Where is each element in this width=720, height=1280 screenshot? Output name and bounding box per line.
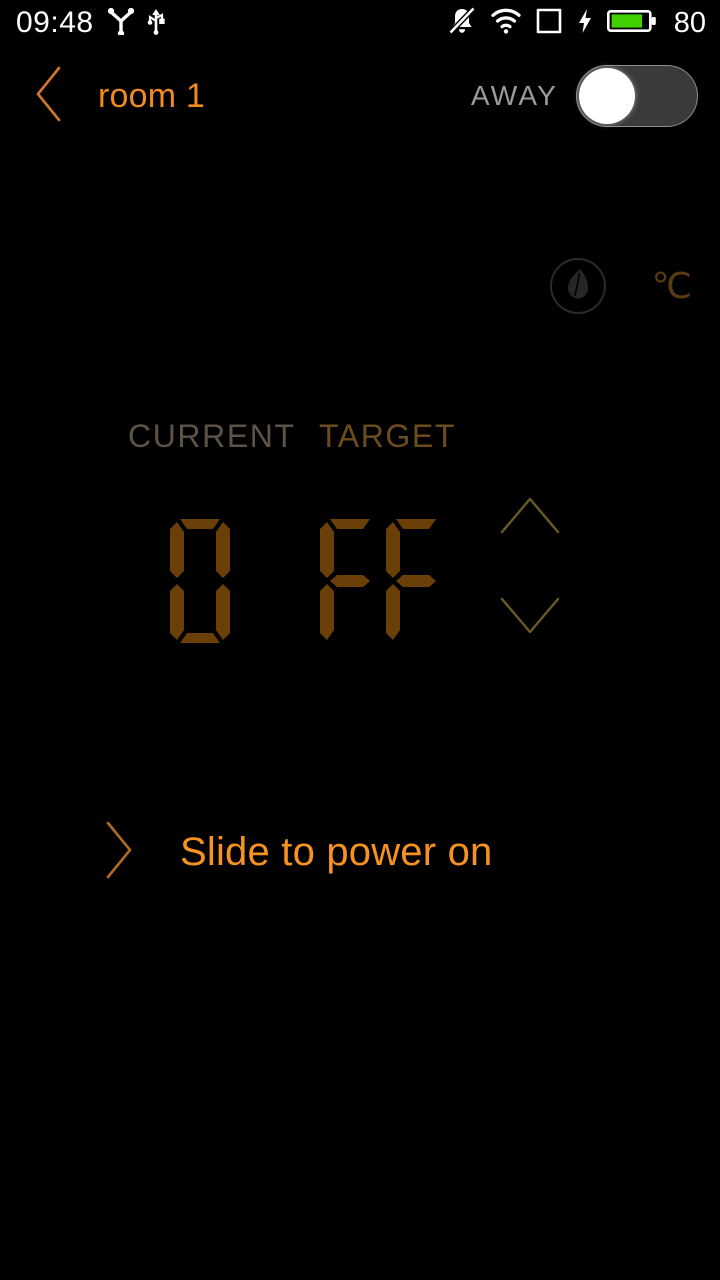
- app-header: room 1 AWAY: [0, 46, 720, 146]
- away-control[interactable]: AWAY: [471, 65, 698, 127]
- chevron-down-icon: [500, 597, 560, 634]
- temperature-labels-row: CURRENT TARGET: [0, 418, 720, 460]
- target-display-char-2: [386, 519, 446, 643]
- away-toggle[interactable]: [576, 65, 698, 127]
- android-beam-icon: [107, 7, 134, 40]
- battery-percent-label: 80: [673, 6, 706, 39]
- stepper-up-button[interactable]: [498, 492, 562, 541]
- chevron-right-icon: [100, 818, 138, 887]
- sim-card-icon: [535, 7, 563, 40]
- away-toggle-knob: [579, 68, 635, 124]
- wifi-icon: [490, 7, 522, 39]
- current-label: CURRENT: [128, 418, 296, 454]
- chevron-up-icon: [500, 497, 560, 534]
- silent-bell-icon: [447, 6, 477, 41]
- current-temperature-digit: [170, 519, 230, 643]
- slide-to-power-on-label: Slide to power on: [180, 830, 493, 874]
- status-bar-right-icons: 80: [447, 6, 706, 41]
- status-bar: 09:48 80: [0, 0, 720, 46]
- status-bar-left-icons: [107, 7, 166, 40]
- eco-mode-button[interactable]: [549, 258, 606, 314]
- chevron-left-icon: [30, 64, 68, 129]
- page-title: room 1: [98, 77, 206, 115]
- target-label: TARGET: [319, 418, 457, 454]
- target-display-char-1: [320, 519, 380, 643]
- stepper-down-button[interactable]: [498, 595, 562, 644]
- back-button[interactable]: [14, 46, 84, 146]
- mode-row: ℃: [549, 258, 696, 314]
- thermostat-screen: 09:48 80 room 1 AWAY ℃ CURRENT TARGET Sl…: [0, 0, 720, 1280]
- status-clock: 09:48: [16, 6, 94, 39]
- charging-bolt-icon: [576, 7, 594, 40]
- battery-icon: [606, 7, 657, 40]
- seven-segment-display: [0, 516, 720, 646]
- usb-icon: [146, 7, 166, 40]
- temperature-unit-toggle[interactable]: ℃: [648, 266, 696, 306]
- away-label: AWAY: [470, 80, 558, 111]
- slide-to-power-on-control[interactable]: Slide to power on: [0, 812, 720, 892]
- target-temperature-stepper: [498, 492, 562, 644]
- leaf-flame-icon: [563, 267, 593, 306]
